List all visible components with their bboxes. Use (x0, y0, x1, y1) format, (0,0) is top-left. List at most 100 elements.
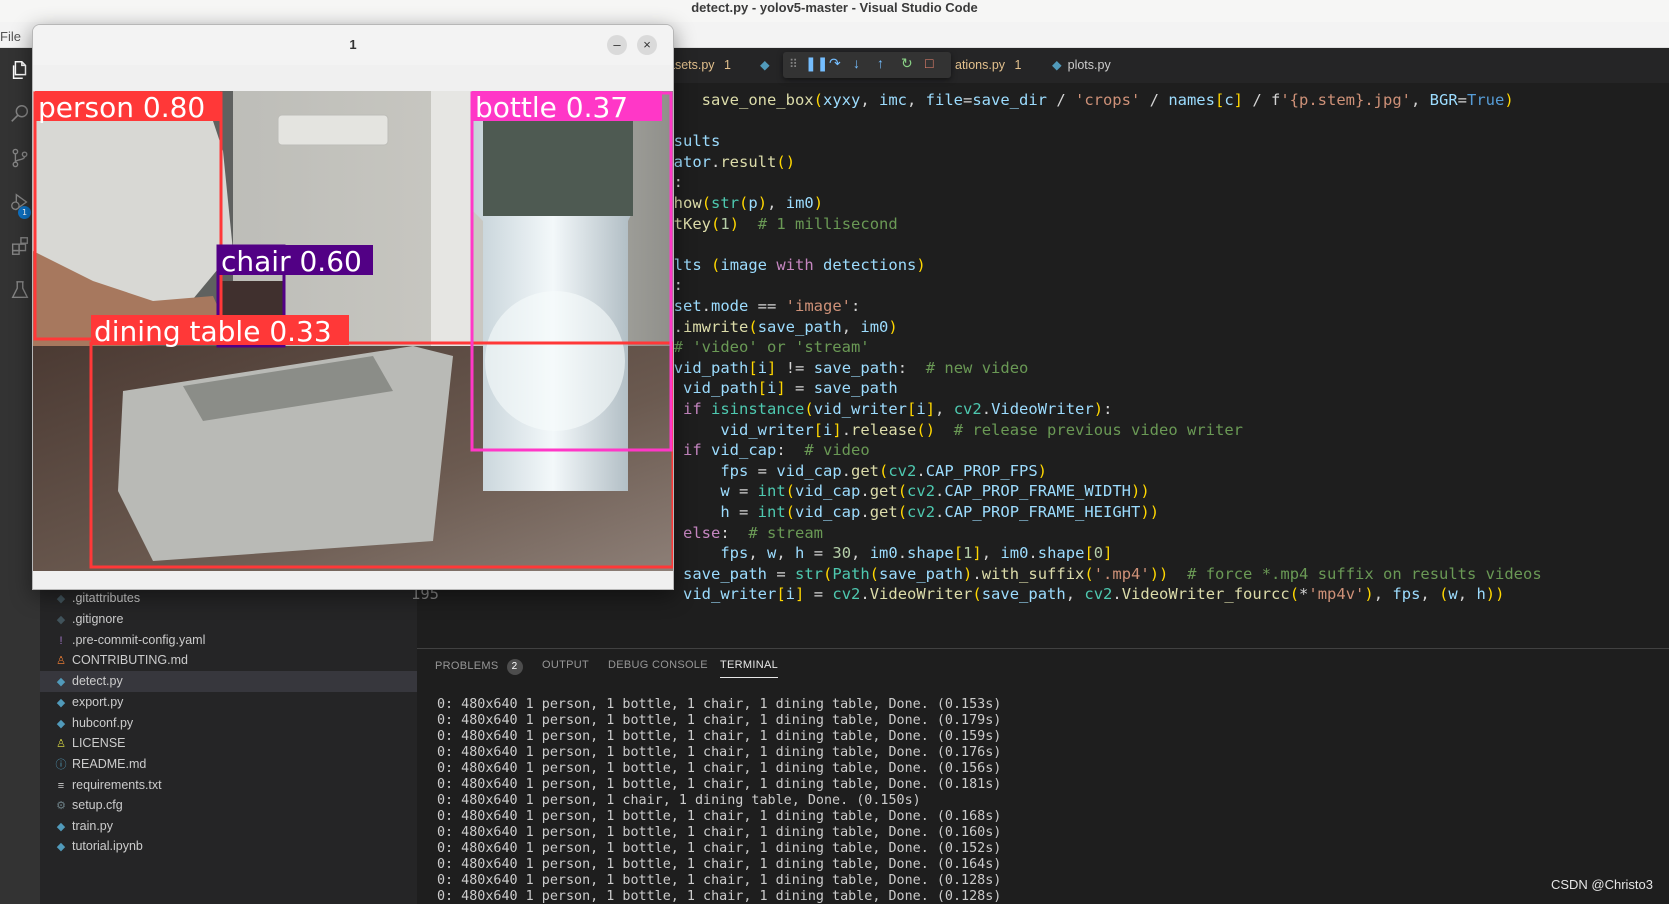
tab-problem-count: 1 (1014, 58, 1022, 72)
python-file-icon: ◆ (56, 841, 66, 853)
file-name: tutorial.ipynb (72, 839, 143, 853)
python-file-icon: ◆ (1052, 58, 1062, 72)
file-name: README.md (72, 757, 147, 771)
file-name: detect.py (72, 674, 123, 688)
file-item[interactable]: ! .pre-commit-config.yaml (40, 630, 417, 651)
tab-output[interactable]: OUTPUT (542, 659, 589, 671)
tab-problem-count: 1 (724, 58, 731, 72)
markdown-file-icon: ♙ (56, 655, 66, 667)
step-over-icon[interactable]: ↷ (829, 55, 841, 72)
terminal-line: 0: 480x640 1 person, 1 bottle, 1 chair, … (437, 713, 1002, 728)
file-name: requirements.txt (72, 778, 162, 792)
screen: detect.py - yolov5-master - Visual Studi… (0, 0, 1669, 904)
file-name: hubconf.py (72, 716, 134, 730)
terminal-line: 0: 480x640 1 person, 1 bottle, 1 chair, … (437, 857, 1002, 872)
terminal-line: 0: 480x640 1 person, 1 bottle, 1 chair, … (437, 809, 1002, 824)
detection-label: chair 0.60 (221, 245, 362, 278)
restart-icon[interactable]: ↻ (901, 55, 913, 72)
file-name: setup.cfg (72, 798, 123, 812)
tab-problems[interactable]: PROBLEMS 2 (435, 659, 523, 675)
file-item[interactable]: ◆ hubconf.py (40, 713, 417, 734)
python-file-icon: ◆ (56, 718, 66, 730)
code-text: vid_writer[i] = cv2.VideoWriter(save_pat… (683, 585, 1505, 604)
settings-file-icon: ⚙ (56, 800, 66, 812)
terminal-line: 0: 480x640 1 person, 1 bottle, 1 chair, … (437, 825, 1002, 840)
file-name: export.py (72, 695, 124, 709)
file-item[interactable]: ◆ .gitignore (40, 609, 417, 630)
watermark: CSDN @Christo3 (1550, 877, 1653, 892)
minimize-button[interactable]: – (607, 35, 627, 55)
close-button[interactable]: × (637, 35, 657, 55)
tab-debug-console[interactable]: DEBUG CONSOLE (608, 659, 708, 671)
debug-badge: 1 (18, 206, 31, 219)
file-item[interactable]: ◆ export.py (40, 692, 417, 713)
file-name: .gitignore (72, 612, 124, 626)
terminal-line: 0: 480x640 1 person, 1 bottle, 1 chair, … (437, 697, 1002, 712)
terminal-line: 0: 480x640 1 person, 1 bottle, 1 chair, … (437, 729, 1002, 744)
tab-problems-label: PROBLEMS (435, 660, 499, 672)
tab-plots[interactable]: ◆ plots.py (1052, 48, 1111, 83)
file-item[interactable]: ♙ CONTRIBUTING.md (40, 650, 417, 671)
file-item[interactable]: ≡ requirements.txt (40, 775, 417, 796)
file-name: .gitattributes (72, 591, 141, 605)
tab-augmentations[interactable]: ations.py 1 (955, 48, 1021, 83)
tab-terminal[interactable]: TERMINAL (720, 659, 779, 678)
file-name: CONTRIBUTING.md (72, 653, 188, 667)
opencv-window[interactable]: 1 – × person 0.80 chair 0.60 dining tabl… (32, 24, 674, 590)
step-out-icon[interactable]: ↑ (877, 55, 884, 71)
pause-icon[interactable]: ❚❚ (805, 55, 828, 72)
code-text: fps = vid_cap.get(cv2.CAP_PROP_FPS) (720, 461, 1048, 480)
terminal-line: 0: 480x640 1 person, 1 chair, 1 dining t… (437, 793, 921, 808)
code-text: if isinstance(vid_writer[i], cv2.VideoWr… (683, 400, 1113, 418)
tab-label: ations.py (955, 58, 1006, 72)
terminal-line: 0: 480x640 1 person, 1 bottle, 1 chair, … (437, 761, 1002, 776)
problems-count-badge: 2 (506, 659, 523, 675)
file-name: .pre-commit-config.yaml (72, 633, 206, 647)
file-item[interactable]: ⚙ setup.cfg (40, 795, 417, 816)
python-file-icon: ◆ (56, 697, 66, 709)
license-file-icon: ♙ (56, 738, 66, 750)
terminal-line: 0: 480x640 1 person, 1 bottle, 1 chair, … (437, 873, 1002, 888)
code-text: h = int(vid_cap.get(cv2.CAP_PROP_FRAME_H… (720, 503, 1160, 521)
code-text: save_path = str(Path(save_path).with_suf… (683, 564, 1542, 583)
python-file-icon: ◆ (760, 58, 770, 72)
file-name: LICENSE (72, 736, 126, 750)
detection-label: bottle 0.37 (475, 91, 628, 124)
text-file-icon: ≡ (57, 780, 65, 792)
terminal-line: 0: 480x640 1 person, 1 bottle, 1 chair, … (437, 889, 1002, 904)
git-file-icon: ◆ (56, 614, 66, 626)
detection-overlay: person 0.80 chair 0.60 dining table 0.33 bo… (33, 91, 673, 569)
drag-handle-icon[interactable]: ⠿ (789, 57, 798, 71)
tab-label: plots.py (1067, 58, 1111, 72)
step-into-icon[interactable]: ↓ (853, 55, 860, 71)
code-text: save_one_box(xyxy, imc, file=save_dir / … (701, 91, 1514, 109)
opencv-window-title: 1 (33, 25, 673, 65)
file-item[interactable]: ◆ train.py (40, 816, 417, 837)
info-icon: ⓘ (55, 759, 67, 771)
bounding-box (470, 91, 673, 452)
window-title: detect.py - yolov5-master - Visual Studi… (0, 0, 1669, 22)
bounding-box (33, 91, 223, 341)
code-text: vid_writer[i].release() # release previo… (720, 420, 1244, 439)
terminal-line: 0: 480x640 1 person, 1 bottle, 1 chair, … (437, 745, 1002, 760)
file-item[interactable]: ◆ detect.py (40, 671, 417, 692)
stop-icon[interactable]: □ (925, 55, 933, 71)
file-item[interactable]: ◆ tutorial.ipynb (40, 836, 417, 857)
detection-label: dining table 0.33 (94, 315, 332, 348)
detection-label: person 0.80 (38, 91, 205, 124)
code-text: if vid_path[i] != save_path: # new video (646, 358, 1029, 377)
terminal-line: 0: 480x640 1 person, 1 bottle, 1 chair, … (437, 777, 1002, 792)
file-item[interactable]: ◆ .gitattributes (40, 588, 417, 609)
menu-file[interactable]: File (0, 29, 21, 44)
file-name: train.py (72, 819, 113, 833)
file-item[interactable]: ⓘ README.md (40, 754, 417, 775)
code-text: w = int(vid_cap.get(cv2.CAP_PROP_FRAME_W… (720, 482, 1150, 501)
bottom-panel: PROBLEMS 2 OUTPUT DEBUG CONSOLE TERMINAL … (417, 648, 1669, 904)
debug-toolbar: ⠿ ❚❚ ↷ ↓ ↑ ↻ □ (783, 52, 951, 78)
terminal-line: 0: 480x640 1 person, 1 bottle, 1 chair, … (437, 841, 1002, 856)
python-file-icon: ◆ (56, 676, 66, 688)
bounding-box (89, 341, 673, 569)
terminal-output[interactable]: 0: 480x640 1 person, 1 bottle, 1 chair, … (437, 697, 1001, 904)
file-item[interactable]: ♙ LICENSE (40, 733, 417, 754)
yaml-file-icon: ! (59, 635, 63, 647)
